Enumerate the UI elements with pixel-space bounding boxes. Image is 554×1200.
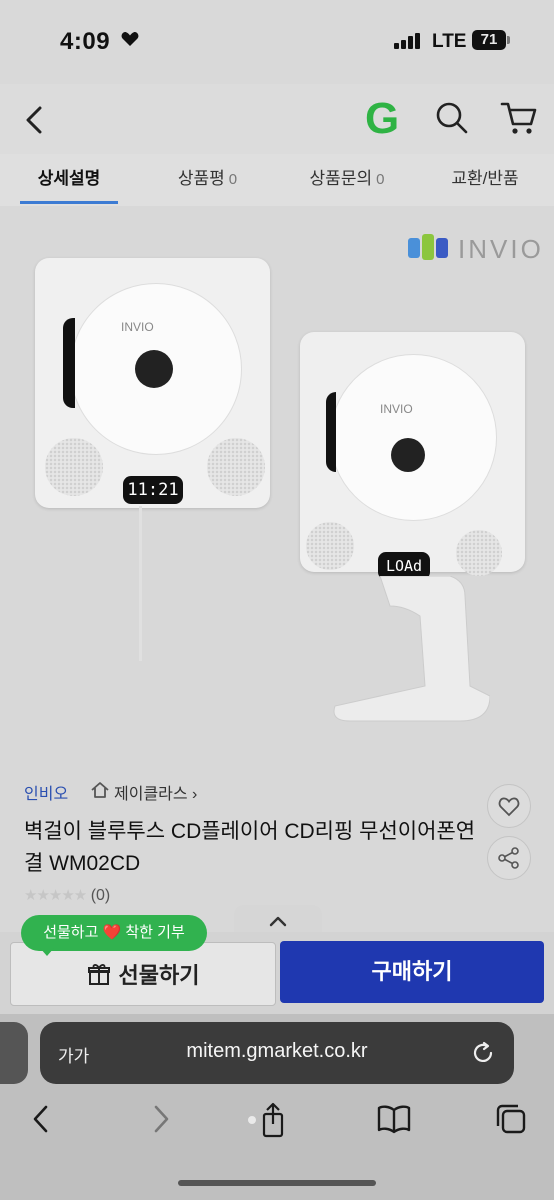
reload-icon[interactable]: [470, 1040, 496, 1066]
gift-donation-badge[interactable]: 선물하고 ❤️ 착한 기부: [21, 915, 207, 951]
browser-forward-icon[interactable]: [148, 1102, 174, 1136]
tab-reviews[interactable]: 상품평 0: [160, 154, 255, 206]
bookmarks-icon[interactable]: [376, 1102, 412, 1136]
browser-back-icon[interactable]: [28, 1102, 54, 1136]
product-image[interactable]: INVIO INVIO 11:21 INVIO LOAd: [0, 206, 554, 746]
home-icon: [91, 782, 109, 798]
cd-hub: [135, 350, 173, 388]
back-icon[interactable]: [20, 104, 52, 136]
seller-link[interactable]: 제이클라스 ›: [114, 780, 197, 804]
cart-icon[interactable]: [500, 100, 538, 136]
tab-count: 0: [376, 171, 385, 188]
heart-outline-icon: [498, 797, 520, 817]
buy-button[interactable]: 구매하기: [280, 941, 544, 1003]
speaker-left: [306, 522, 354, 570]
share-button[interactable]: [487, 836, 531, 880]
favorite-button[interactable]: [487, 784, 531, 828]
stand: [333, 576, 490, 722]
gmarket-logo[interactable]: G: [365, 97, 399, 141]
signal-icon: [394, 33, 420, 49]
rating[interactable]: ★★★★★ (0): [24, 886, 110, 905]
browser-share-icon[interactable]: [244, 1100, 292, 1140]
tab-label: 교환/반품: [451, 169, 519, 188]
clock-display: 11:21: [123, 476, 183, 504]
cd-player-front: INVIO 11:21: [35, 258, 270, 508]
cd-player-angled: INVIO LOAd: [300, 332, 525, 580]
tab-count: 0: [228, 171, 238, 188]
speaker-right: [456, 530, 502, 576]
active-tab-indicator: [20, 201, 118, 204]
battery-icon: 71: [472, 30, 506, 50]
product-title: 벽걸이 블루투스 CD플레이어 CD리핑 무선이어폰연결 WM02CD: [24, 820, 476, 875]
tab-label: 상세설명: [37, 169, 101, 188]
gift-button-label: 선물하기: [118, 963, 200, 988]
share-icon: [498, 847, 519, 869]
led-arc: [326, 392, 336, 472]
tab-details[interactable]: 상세설명: [20, 154, 118, 206]
disc-logo: INVIO: [121, 320, 154, 334]
gift-icon: [87, 964, 110, 985]
tab-label: 상품평: [177, 169, 225, 188]
review-count: (0): [90, 887, 111, 904]
url-text: mitem.gmarket.co.kr: [186, 1040, 368, 1062]
tab-inquiries[interactable]: 상품문의 0: [292, 154, 402, 206]
heart-icon: [121, 32, 139, 46]
power-cable: [139, 506, 142, 661]
disc-logo: INVIO: [380, 402, 413, 416]
cd-disc: [330, 354, 497, 521]
network-label: LTE: [432, 31, 467, 52]
brand-link[interactable]: 인비오: [24, 780, 68, 804]
gift-badge-tail: [40, 948, 54, 956]
top-navigation: G: [0, 84, 554, 154]
battery-cap: [507, 36, 510, 44]
brand-name[interactable]: 인비오: [24, 786, 68, 803]
brand-logo-text: INVIO: [458, 234, 544, 264]
cd-hub: [391, 438, 425, 472]
previous-tab-card[interactable]: [0, 1022, 28, 1084]
search-icon[interactable]: [434, 100, 470, 136]
status-bar: 4:09 LTE 71: [0, 0, 554, 84]
led-arc: [63, 318, 75, 408]
speaker-left: [45, 438, 103, 496]
tab-exchange[interactable]: 교환/반품: [436, 154, 534, 206]
rating-stars: ★★★★★: [24, 887, 87, 904]
status-time: 4:09: [60, 28, 111, 55]
address-bar[interactable]: 가가 mitem.gmarket.co.kr: [40, 1022, 514, 1084]
tab-label: 상품문의: [309, 169, 373, 188]
home-indicator: [178, 1180, 376, 1186]
speaker-right: [207, 438, 265, 496]
detail-tabs: 상세설명 상품평 0 상품문의 0 교환/반품: [0, 154, 554, 207]
tabs-icon[interactable]: [494, 1102, 528, 1136]
